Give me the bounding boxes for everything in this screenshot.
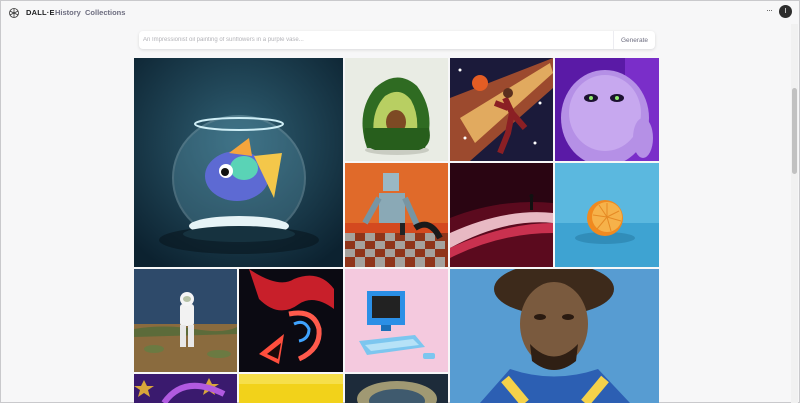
gallery-tile-orange[interactable] [555,163,659,267]
brand-name[interactable]: DALL·E [26,8,55,17]
more-options-icon[interactable]: ··· [766,5,773,15]
fishbowl-image [134,58,343,267]
prompt-bar: Generate [139,31,655,49]
purple-stars-image [134,374,237,403]
gallery-tile-computer[interactable] [345,269,448,372]
openai-logo-icon[interactable] [8,7,20,19]
neon-abstract-image [239,269,343,372]
gallery-tile-astronaut[interactable] [134,269,237,372]
portrait-painting-image [450,269,659,403]
astronaut-desert-image [134,269,237,372]
nav-collections[interactable]: Collections [85,8,125,17]
planet-storm-image [345,374,448,403]
retro-computer-image [345,269,448,372]
cosmic-basketball-player-image [450,58,553,161]
robot-chess-painting-image [345,163,448,267]
top-bar: DALL·E History Collections ··· I [0,0,800,26]
prompt-input[interactable] [143,31,607,49]
gallery-tile-planet[interactable] [345,374,448,403]
avocado-armchair-image [345,58,448,161]
orange-half-image [555,163,659,267]
gallery-tile-robot-chess[interactable] [345,163,448,267]
red-light-landscape-image [450,163,553,267]
gallery-tile-portrait[interactable] [450,269,659,403]
gallery-tile-fishbowl[interactable] [134,58,343,267]
gallery-tile-neon[interactable] [239,269,343,372]
scrollbar-track[interactable] [791,24,798,403]
gallery-tile-purple-stars[interactable] [134,374,237,403]
purple-monster-image [555,58,659,161]
gallery-tile-cosmic[interactable] [450,58,553,161]
avatar[interactable]: I [779,5,792,18]
gallery-tile-yellow[interactable] [239,374,343,403]
nav-history[interactable]: History [55,8,81,17]
gallery-tile-red-landscape[interactable] [450,163,553,267]
yellow-image [239,374,343,403]
gallery-tile-avocado[interactable] [345,58,448,161]
generate-button[interactable]: Generate [613,31,655,49]
scrollbar-thumb[interactable] [792,88,797,174]
gallery-tile-monster[interactable] [555,58,659,161]
